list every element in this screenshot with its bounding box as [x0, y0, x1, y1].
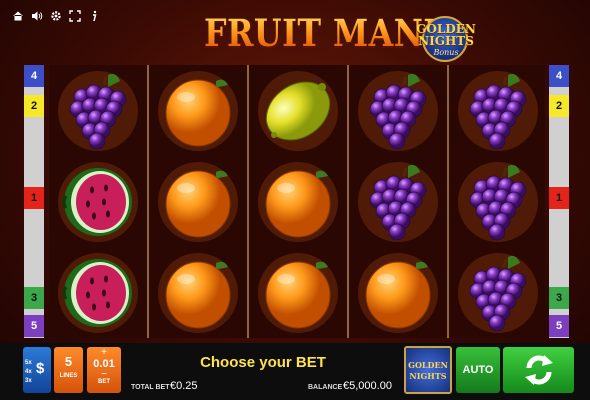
- lines-row-3x: 3x: [25, 378, 32, 384]
- info-icon[interactable]: [88, 10, 100, 22]
- orange-icon: [357, 252, 438, 333]
- total-bet-value: €0.25: [170, 380, 198, 392]
- reel-4: [349, 65, 446, 338]
- grapes-icon: [457, 161, 538, 242]
- sound-icon[interactable]: [31, 10, 43, 22]
- lines-value: 5: [64, 354, 73, 369]
- golden-nights-button[interactable]: GOLDEN NIGHTS: [404, 346, 452, 394]
- symbol-orange: [249, 156, 346, 247]
- payline-marker-left-1: 1: [24, 187, 44, 209]
- symbol-grapes: [49, 65, 146, 156]
- golden-nights-button-line2: NIGHTS: [409, 371, 447, 381]
- orange-icon: [157, 252, 238, 333]
- bet-minus-icon[interactable]: −: [87, 370, 121, 380]
- payline-marker-right-5: 5: [549, 315, 569, 337]
- status-message: Choose your BET: [200, 354, 326, 371]
- symbol-orange: [149, 247, 246, 338]
- symbol-watermelon: [49, 156, 146, 247]
- symbol-grapes: [449, 65, 546, 156]
- total-bet-label: TOTAL BET: [131, 384, 170, 391]
- golden-nights-button-line1: GOLDEN: [408, 360, 448, 370]
- orange-icon: [157, 161, 238, 242]
- payline-marker-left-4: 4: [24, 65, 44, 87]
- grapes-icon: [357, 70, 438, 151]
- orange-icon: [257, 252, 338, 333]
- balance-value: €5,000.00: [343, 380, 392, 392]
- symbol-grapes: [349, 65, 446, 156]
- symbol-lemon: [249, 65, 346, 156]
- symbol-grapes: [449, 156, 546, 247]
- grapes-icon: [457, 70, 538, 151]
- reel-3: [249, 65, 346, 338]
- lines-multiplier-button[interactable]: 5x 4x 3x $: [23, 347, 51, 393]
- lines-button[interactable]: 5 LINES: [54, 347, 83, 393]
- grapes-icon: [57, 70, 138, 151]
- orange-icon: [257, 161, 338, 242]
- spin-arrows-icon: [524, 355, 553, 385]
- top-toolbar: [12, 10, 100, 22]
- watermelon-icon: [57, 252, 138, 333]
- symbol-orange: [149, 156, 246, 247]
- payline-marker-left-3: 3: [24, 287, 44, 309]
- symbol-orange: [249, 247, 346, 338]
- grapes-icon: [357, 161, 438, 242]
- bet-label: BET: [98, 379, 110, 385]
- home-icon[interactable]: [12, 10, 24, 22]
- grapes-icon: [457, 252, 538, 333]
- bet-button[interactable]: + 0.01 − BET: [87, 347, 121, 393]
- reel-grid: [49, 65, 545, 338]
- lines-row-5x: 5x: [25, 360, 32, 366]
- fullscreen-icon[interactable]: [69, 10, 81, 22]
- payline-markers-right: 4 2 1 3 5: [549, 65, 569, 338]
- golden-nights-line2: NIGHTS: [418, 34, 474, 48]
- reel-5: [449, 65, 546, 338]
- lemon-icon: [257, 70, 338, 151]
- settings-icon[interactable]: [50, 10, 62, 22]
- golden-nights-logo: GOLDEN NIGHTS Bonus: [412, 12, 480, 62]
- symbol-orange: [349, 247, 446, 338]
- payline-markers-left: 4 2 1 3 5: [24, 65, 44, 338]
- reel-1: [49, 65, 146, 338]
- spin-button[interactable]: [503, 347, 574, 393]
- payline-marker-left-5: 5: [24, 315, 44, 337]
- payline-marker-right-1: 1: [549, 187, 569, 209]
- bet-plus-icon[interactable]: +: [87, 348, 121, 358]
- orange-icon: [157, 70, 238, 151]
- payline-marker-right-3: 3: [549, 287, 569, 309]
- dollar-icon: $: [36, 360, 45, 377]
- game-screen: FRUIT MANIA GOLDEN NIGHTS Bonus 42135 42…: [0, 0, 590, 400]
- lines-row-4x: 4x: [25, 369, 32, 375]
- symbol-watermelon: [49, 247, 146, 338]
- balance-label: BALANCE: [308, 384, 343, 391]
- reel-2: [149, 65, 246, 338]
- payline-marker-left-2: 2: [24, 95, 44, 117]
- lines-label: LINES: [59, 373, 78, 379]
- watermelon-icon: [57, 161, 138, 242]
- payline-marker-right-4: 4: [549, 65, 569, 87]
- golden-nights-line3: Bonus: [433, 48, 459, 57]
- symbol-orange: [149, 65, 246, 156]
- payline-marker-right-2: 2: [549, 95, 569, 117]
- symbol-grapes: [449, 247, 546, 338]
- autoplay-button[interactable]: AUTO: [456, 347, 500, 393]
- symbol-grapes: [349, 156, 446, 247]
